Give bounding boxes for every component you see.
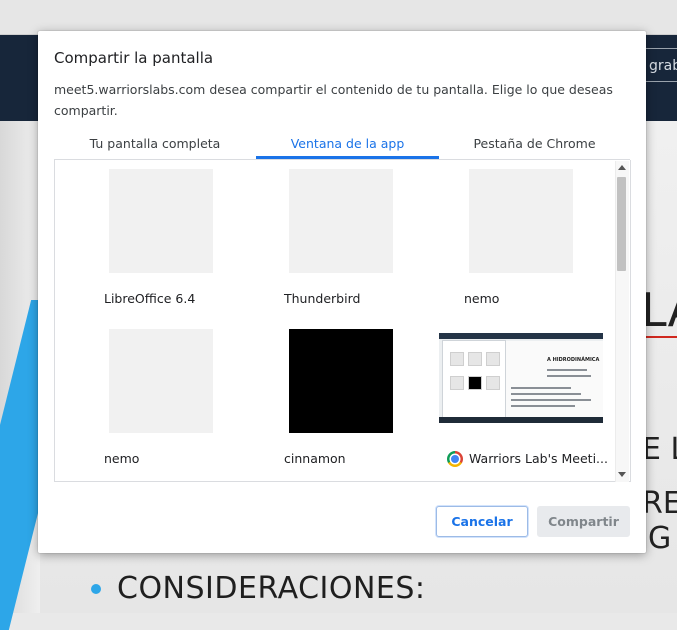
thumb-slide-line xyxy=(547,369,587,371)
thumb-slide-line xyxy=(547,375,591,377)
browser-top-bar xyxy=(0,0,677,35)
thumb-header xyxy=(439,333,603,339)
slide-text-fragment-3: G xyxy=(648,521,672,556)
window-label: nemo xyxy=(104,451,140,466)
window-tile-meeting[interactable]: A HIDRODINÁMICA Warriors Lab's Meeti... xyxy=(407,329,608,481)
scroll-up-arrow-icon[interactable] xyxy=(618,165,626,170)
slide-text-fragment-1: E L xyxy=(642,432,677,467)
slide-bullet-icon xyxy=(91,584,101,594)
thumb-cell xyxy=(469,353,481,365)
window-label: cinnamon xyxy=(284,451,346,466)
thumb-cell xyxy=(487,353,499,365)
window-label: nemo xyxy=(464,291,500,306)
active-tab-indicator xyxy=(256,156,439,159)
thumb-slide-line xyxy=(511,393,581,395)
window-thumbnail xyxy=(109,169,213,273)
chrome-icon xyxy=(447,451,463,467)
share-screen-dialog: Compartir la pantalla meet5.warriorslabs… xyxy=(38,31,646,553)
tab-app-window[interactable]: Ventana de la app xyxy=(256,129,439,159)
cancel-button[interactable]: Cancelar xyxy=(436,506,528,537)
dialog-description: meet5.warriorslabs.com desea compartir e… xyxy=(54,82,613,118)
window-label: Warriors Lab's Meeti... xyxy=(469,451,608,466)
slide-text-fragment-2: RE xyxy=(642,486,677,521)
thumb-cell xyxy=(451,353,463,365)
thumb-slide-line xyxy=(511,405,575,407)
thumb-slide-line xyxy=(511,399,591,401)
meeting-window-thumbnail: A HIDRODINÁMICA xyxy=(439,333,603,423)
window-tile-thunderbird[interactable]: Thunderbird xyxy=(257,169,437,329)
window-label: Thunderbird xyxy=(284,291,361,306)
window-tile-libreoffice[interactable]: LibreOffice 6.4 xyxy=(77,169,257,329)
thumb-cell xyxy=(451,377,463,389)
source-tabs: Tu pantalla completa Ventana de la app P… xyxy=(54,129,630,160)
dialog-title: Compartir la pantalla xyxy=(54,49,214,67)
thumb-slide-line xyxy=(511,387,571,389)
slide-title-fragment: LA xyxy=(641,283,677,337)
thumb-slide-title: A HIDRODINÁMICA xyxy=(547,357,600,363)
slide-bullet-text: CONSIDERACIONES: xyxy=(117,571,426,606)
window-list: LibreOffice 6.4 Thunderbird nemo nemo ci… xyxy=(54,160,631,482)
thumb-cell xyxy=(469,377,481,389)
window-label: LibreOffice 6.4 xyxy=(104,291,196,306)
slide-title-underline xyxy=(646,336,677,338)
tab-entire-screen[interactable]: Tu pantalla completa xyxy=(54,129,256,159)
tab-chrome-tab[interactable]: Pestaña de Chrome xyxy=(439,129,630,159)
window-tile-nemo-1[interactable]: nemo xyxy=(437,169,617,329)
window-thumbnail xyxy=(469,169,573,273)
window-thumbnail xyxy=(109,329,213,433)
window-thumbnail xyxy=(289,169,393,273)
thumb-taskbar xyxy=(439,417,603,423)
thumb-cell xyxy=(487,377,499,389)
window-tile-nemo-2[interactable]: nemo xyxy=(77,329,257,481)
share-button[interactable]: Compartir xyxy=(537,506,630,537)
scroll-down-arrow-icon[interactable] xyxy=(618,472,626,477)
scroll-thumb[interactable] xyxy=(617,177,626,271)
window-thumbnail xyxy=(289,329,393,433)
